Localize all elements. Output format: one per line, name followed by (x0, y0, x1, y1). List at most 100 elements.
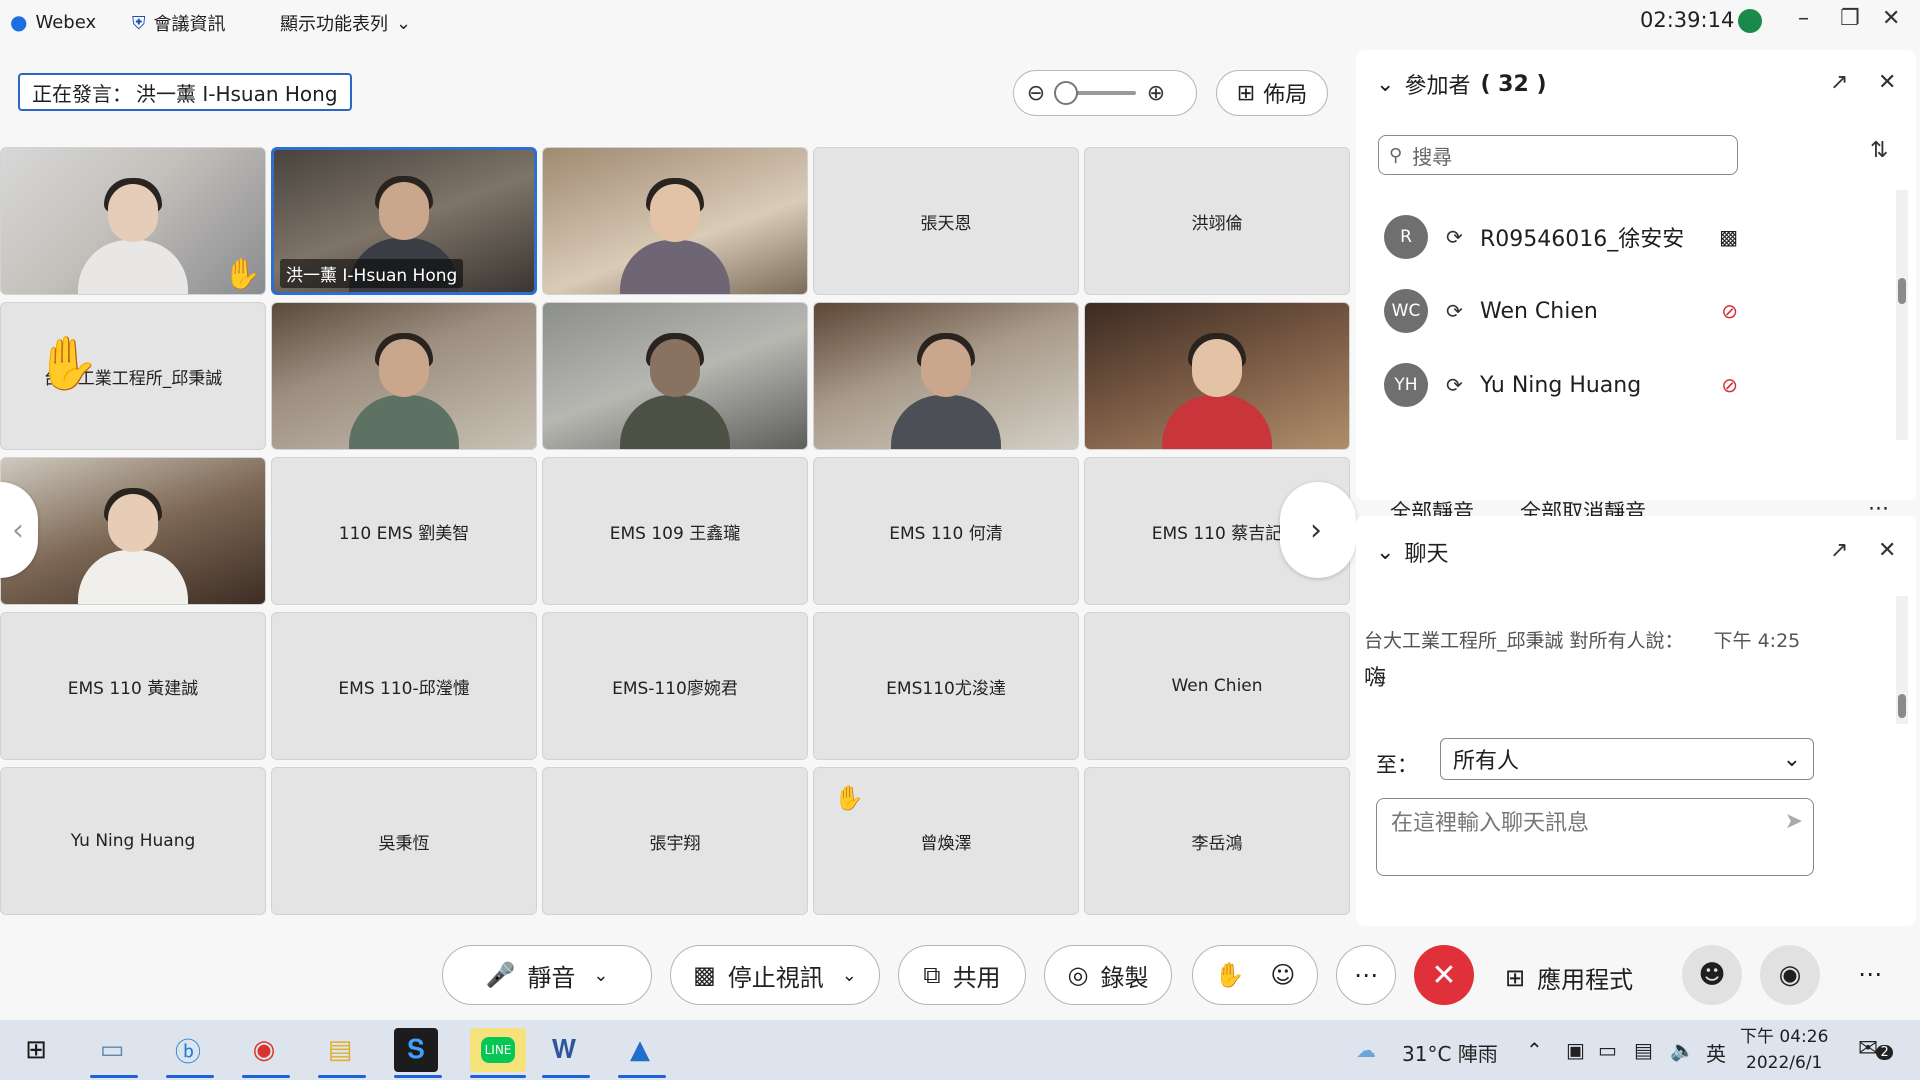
participant-search-input[interactable]: ⚲ 搜尋 (1378, 135, 1738, 175)
restore-icon[interactable]: ❐ (1840, 6, 1860, 31)
participant-tile[interactable]: EMS110尤浚達 (813, 612, 1079, 760)
participant-row[interactable]: YH ⟳ Yu Ning Huang ⊘ (1384, 360, 1774, 410)
participant-row[interactable]: WC ⟳ Wen Chien ⊘ (1384, 286, 1774, 336)
network-icon[interactable]: ▤ (1634, 1038, 1653, 1062)
weather-text[interactable]: 31°C 陣雨 (1402, 1038, 1498, 1067)
participant-tile[interactable]: EMS 109 王鑫瓏 (542, 457, 808, 605)
zoom-in-icon[interactable]: ⊕ (1144, 81, 1168, 106)
minimize-icon[interactable]: – (1798, 6, 1809, 31)
raise-hand-icon[interactable]: ✋ (1215, 961, 1245, 989)
participant-row[interactable]: R ⟳ R09546016_徐安安 ▩ (1384, 212, 1774, 262)
line-app-icon[interactable]: LINE (470, 1028, 526, 1072)
participant-tile[interactable]: 洪翊倫 (1084, 147, 1350, 295)
participants-header[interactable]: ⌄ 參加者 ( 32 ) (1376, 68, 1547, 100)
participant-tile[interactable]: 李岳鴻 (1084, 767, 1350, 915)
close-icon[interactable]: ✕ (1878, 70, 1896, 95)
microphone-icon: 🎤 (485, 961, 516, 989)
scrollbar-thumb[interactable] (1898, 278, 1906, 304)
input-method-indicator[interactable]: 英 (1706, 1038, 1726, 1067)
muted-microphone-icon[interactable]: ⊘ (1721, 373, 1738, 397)
chat-toggle-button[interactable]: ◉ (1760, 945, 1820, 1005)
participant-tile[interactable]: EMS 110-邱瀅懥 (271, 612, 537, 760)
battery-icon[interactable]: ▭ (1598, 1038, 1617, 1062)
chevron-down-icon: ⌄ (1376, 71, 1395, 97)
video-tile[interactable] (0, 457, 266, 605)
chrome-icon[interactable]: ◉ (242, 1028, 286, 1072)
participant-tile[interactable]: 110 EMS 劉美智 (271, 457, 537, 605)
word-icon[interactable]: 𝐖 (542, 1028, 586, 1072)
mute-button[interactable]: 🎤 靜音 ⌄ (442, 945, 652, 1005)
participant-tile[interactable]: EMS 110 何清 (813, 457, 1079, 605)
show-menu-bar-button[interactable]: 顯示功能表列 ⌄ (280, 10, 411, 36)
internet-explorer-icon[interactable]: ⓑ (166, 1028, 210, 1072)
share-button[interactable]: ⧉ 共用 (898, 945, 1026, 1005)
video-tile-active-speaker[interactable]: 洪一薰 I-Hsuan Hong (271, 147, 537, 295)
video-tile[interactable] (1084, 302, 1350, 450)
notification-center-button[interactable]: ✉ 2 (1858, 1034, 1893, 1062)
chat-input[interactable]: 在這裡輸入聊天訊息 ➤ (1376, 798, 1814, 876)
signal-icon[interactable] (1738, 9, 1762, 33)
video-tile[interactable] (271, 302, 537, 450)
active-app-indicator (542, 1075, 590, 1078)
volume-icon[interactable]: 🔈 (1670, 1038, 1695, 1062)
send-icon[interactable]: ➤ (1785, 809, 1803, 834)
close-icon: ✕ (1431, 957, 1457, 993)
windows-start-icon[interactable]: ⊞ (14, 1028, 58, 1072)
chat-scrollbar[interactable] (1896, 596, 1908, 724)
chevron-down-icon[interactable]: ⌄ (842, 965, 857, 986)
video-tile[interactable] (813, 302, 1079, 450)
pop-out-icon[interactable]: ↗ (1830, 70, 1848, 95)
record-button[interactable]: ◎ 錄製 (1044, 945, 1172, 1005)
zoom-slider[interactable] (1054, 81, 1136, 105)
participant-tile[interactable]: Yu Ning Huang (0, 767, 266, 915)
video-tile[interactable] (542, 302, 808, 450)
reaction-emoji-icon[interactable]: ☺ (1270, 961, 1295, 989)
meet-now-icon[interactable]: ▣ (1566, 1038, 1585, 1062)
chevron-down-icon: ⌄ (396, 12, 412, 34)
zoom-slider-thumb[interactable] (1054, 81, 1078, 105)
close-icon[interactable]: ✕ (1882, 6, 1900, 31)
more-options-icon[interactable]: ⋯ (1858, 960, 1882, 988)
speaker-prefix: 正在發言： (32, 81, 132, 106)
video-camera-icon: ▩ (1719, 225, 1738, 249)
chevron-down-icon[interactable]: ⌄ (593, 965, 608, 986)
pop-out-icon[interactable]: ↗ (1830, 538, 1848, 563)
participant-tile[interactable]: Wen Chien (1084, 612, 1350, 760)
apps-button[interactable]: ⊞ 應用程式 (1505, 960, 1633, 995)
muted-microphone-icon[interactable]: ⊘ (1721, 299, 1738, 323)
stop-video-button[interactable]: ▩ 停止視訊 ⌄ (670, 945, 880, 1005)
participant-tile[interactable]: 曾煥澤 ✋ (813, 767, 1079, 915)
file-explorer-icon[interactable]: ▤ (318, 1028, 362, 1072)
recipient-select[interactable]: 所有人 ⌄ (1440, 738, 1814, 780)
close-icon[interactable]: ✕ (1878, 538, 1896, 563)
photos-icon[interactable]: ▲ (618, 1028, 662, 1072)
zoom-out-icon[interactable]: ⊖ (1024, 81, 1048, 106)
mute-label: 靜音 (527, 963, 576, 992)
participant-tile[interactable]: 吳秉恆 (271, 767, 537, 915)
participant-tile[interactable]: 台大工業工程所_邱秉誠 ✋ (0, 302, 266, 450)
meeting-info-button[interactable]: ⛨ 會議資訊 (132, 10, 226, 36)
next-page-arrow[interactable]: › (1280, 482, 1356, 578)
participant-tile[interactable]: 張宇翔 (542, 767, 808, 915)
notepad-icon[interactable]: ▭ (90, 1028, 134, 1072)
system-clock[interactable]: 下午 04:26 2022/6/1 (1740, 1024, 1828, 1076)
weather-icon[interactable]: ☁ (1356, 1038, 1376, 1062)
chevron-down-icon: ⌄ (1782, 746, 1801, 772)
active-app-indicator (318, 1075, 366, 1078)
participant-tile[interactable]: EMS 110 黃建誠 (0, 612, 266, 760)
more-options-button[interactable]: ⋯ (1336, 945, 1396, 1005)
participant-tile[interactable]: EMS-110廖婉君 (542, 612, 808, 760)
participant-tile[interactable]: 張天恩 (813, 147, 1079, 295)
video-tile[interactable] (542, 147, 808, 295)
webex-taskbar-icon[interactable]: 𝐒 (394, 1028, 438, 1072)
chat-header[interactable]: ⌄ 聊天 (1376, 536, 1448, 568)
tile-name-label: 張宇翔 (649, 833, 701, 854)
layout-button[interactable]: ⊞ 佈局 (1216, 70, 1328, 116)
sort-icon[interactable]: ⇅ (1870, 138, 1888, 163)
leave-meeting-button[interactable]: ✕ (1414, 945, 1474, 1005)
video-tile[interactable]: ✋ (0, 147, 266, 295)
scrollbar-thumb[interactable] (1898, 694, 1906, 718)
participants-scrollbar[interactable] (1896, 190, 1908, 440)
participants-toggle-button[interactable]: ☻ (1682, 945, 1742, 1005)
chevron-up-icon[interactable]: ⌃ (1526, 1038, 1543, 1062)
